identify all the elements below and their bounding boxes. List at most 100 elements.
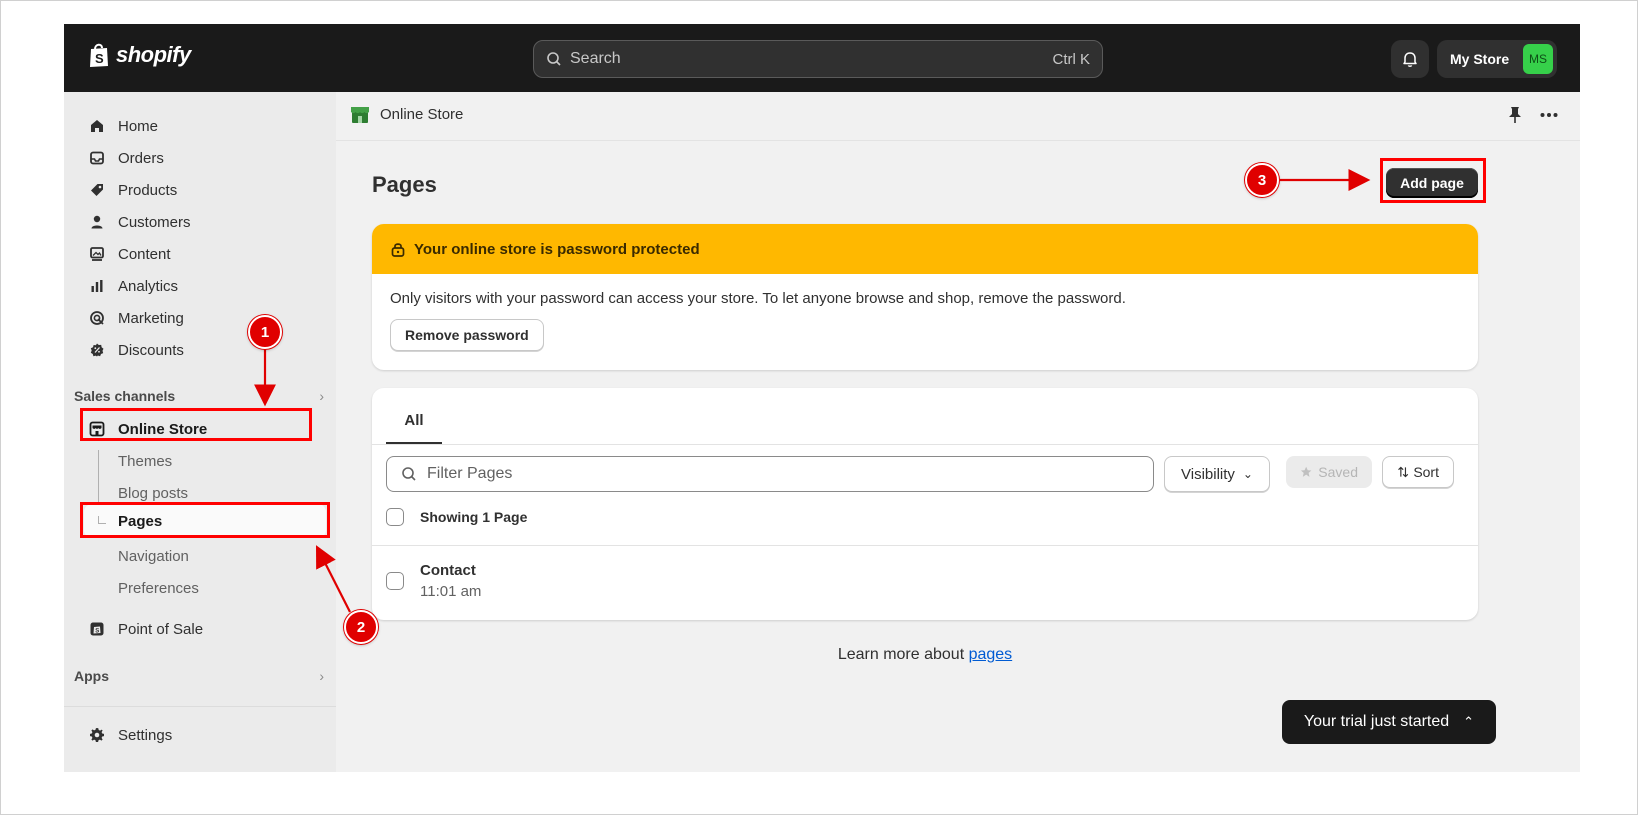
star-icon <box>1300 466 1312 477</box>
annotation-number-3: 3 <box>1245 163 1279 197</box>
chevron-right-icon: › <box>319 388 324 404</box>
store-menu-button[interactable]: My Store MS <box>1437 40 1557 78</box>
sidebar-item-preferences[interactable]: Preferences <box>118 574 199 602</box>
search-shortcut: Ctrl K <box>1052 50 1091 68</box>
select-all-row: Showing 1 Page <box>386 508 527 526</box>
sidebar-item-label: Discounts <box>118 341 184 359</box>
image-icon <box>88 245 106 263</box>
learn-more: Learn more about pages <box>336 646 1514 664</box>
sort-label: Sort <box>1413 464 1439 480</box>
shopify-bag-icon: S <box>90 43 108 67</box>
sidebar-item-customers[interactable]: Customers <box>88 208 191 236</box>
divider <box>336 140 1580 141</box>
sidebar-item-label: Content <box>118 245 171 263</box>
sort-icon <box>1398 466 1409 478</box>
saved-label: Saved <box>1318 464 1358 480</box>
search-icon <box>402 467 416 481</box>
sidebar-item-point-of-sale[interactable]: S Point of Sale <box>88 615 203 643</box>
tab-all[interactable]: All <box>386 398 442 444</box>
avatar: MS <box>1523 44 1553 74</box>
sidebar-item-label: Orders <box>118 149 164 167</box>
shopify-admin: S shopify Search Ctrl K My Store MS Home… <box>64 24 1580 772</box>
sidebar-item-content[interactable]: Content <box>88 240 171 268</box>
pages-list: All Filter Pages Visibility ⌄ Saved Sort… <box>372 388 1478 620</box>
discount-icon <box>88 341 106 359</box>
top-bar: S shopify Search Ctrl K My Store MS <box>64 24 1580 92</box>
learn-more-text: Learn more about <box>837 646 969 663</box>
sidebar-item-label: Themes <box>118 452 173 470</box>
trial-banner[interactable]: Your trial just started ⌃ <box>1282 700 1496 744</box>
chevron-down-icon: ⌄ <box>1242 467 1253 481</box>
password-banner: Your online store is password protected … <box>372 224 1478 370</box>
sidebar-item-analytics[interactable]: Analytics <box>88 272 178 300</box>
table-row[interactable]: Contact 11:01 am <box>386 562 481 600</box>
search-icon <box>547 52 561 66</box>
sidebar-item-marketing[interactable]: Marketing <box>88 304 184 332</box>
apps-header[interactable]: Apps › <box>74 668 324 684</box>
banner-text: Only visitors with your password can acc… <box>390 290 1126 307</box>
search-placeholder: Search <box>570 50 621 67</box>
apps-label: Apps <box>74 668 109 684</box>
saved-button[interactable]: Saved <box>1286 456 1372 488</box>
online-store-app-icon <box>351 107 369 123</box>
notifications-button[interactable] <box>1391 40 1429 78</box>
banner-title: Your online store is password protected <box>414 240 700 258</box>
sidebar-item-label: Settings <box>118 726 173 744</box>
sidebar-item-label: Preferences <box>118 579 199 597</box>
sort-button[interactable]: Sort <box>1382 456 1454 488</box>
annotation-box-online-store <box>80 408 312 441</box>
svg-text:S: S <box>95 628 99 634</box>
sidebar-item-label: Navigation <box>118 547 189 565</box>
pages-help-link[interactable]: pages <box>969 646 1013 663</box>
breadcrumb-label: Online Store <box>380 105 464 123</box>
sidebar-item-home[interactable]: Home <box>88 112 158 140</box>
sidebar-item-label: Analytics <box>118 277 179 295</box>
visibility-filter-button[interactable]: Visibility ⌄ <box>1164 456 1270 492</box>
sidebar-item-label: Point of Sale <box>118 620 204 638</box>
row-time: 11:01 am <box>420 583 482 600</box>
breadcrumb[interactable]: Online Store <box>350 104 463 124</box>
showing-count: Showing 1 Page <box>420 509 528 525</box>
sidebar-item-label: Products <box>118 181 178 199</box>
page-actions <box>1508 106 1558 124</box>
trial-text: Your trial just started <box>1303 713 1450 730</box>
pos-icon: S <box>88 620 106 638</box>
row-checkbox[interactable] <box>386 572 404 590</box>
filter-pages-input[interactable]: Filter Pages <box>386 456 1154 492</box>
annotation-number-2: 2 <box>344 610 378 644</box>
sidebar-item-orders[interactable]: Orders <box>88 144 164 172</box>
visibility-label: Visibility <box>1181 465 1235 483</box>
annotation-box-pages <box>80 502 330 538</box>
sidebar-item-themes[interactable]: Themes <box>118 447 172 475</box>
banner-header: Your online store is password protected <box>372 224 1478 274</box>
banner-body: Only visitors with your password can acc… <box>372 274 1478 367</box>
sidebar-item-label: Home <box>118 117 159 135</box>
remove-password-button[interactable]: Remove password <box>390 319 544 351</box>
more-icon[interactable] <box>1540 112 1558 118</box>
home-icon <box>88 117 106 135</box>
sidebar-item-settings[interactable]: Settings <box>88 721 172 749</box>
annotation-box-add-page <box>1380 158 1486 203</box>
sidebar-item-navigation[interactable]: Navigation <box>118 542 189 570</box>
store-name: My Store <box>1450 51 1510 67</box>
search-bar[interactable]: Search Ctrl K <box>533 40 1103 78</box>
row-title: Contact <box>420 562 476 579</box>
filter-placeholder: Filter Pages <box>427 465 513 482</box>
divider <box>372 545 1478 546</box>
sales-channels-header[interactable]: Sales channels › <box>74 388 324 404</box>
tag-icon <box>88 181 106 199</box>
sidebar-item-products[interactable]: Products <box>88 176 177 204</box>
inbox-icon <box>88 149 106 167</box>
svg-text:S: S <box>95 51 104 66</box>
person-icon <box>88 213 106 231</box>
brand-name: shopify <box>116 42 191 67</box>
pin-icon[interactable] <box>1508 106 1522 124</box>
sidebar-item-label: Customers <box>118 213 191 231</box>
select-all-checkbox[interactable] <box>386 508 404 526</box>
chevron-up-icon: ⌃ <box>1463 714 1475 729</box>
target-icon <box>88 309 106 327</box>
sidebar-item-discounts[interactable]: Discounts <box>88 336 184 364</box>
gear-icon <box>88 726 106 744</box>
lock-icon <box>391 243 405 257</box>
shopify-logo[interactable]: S shopify <box>88 42 191 68</box>
